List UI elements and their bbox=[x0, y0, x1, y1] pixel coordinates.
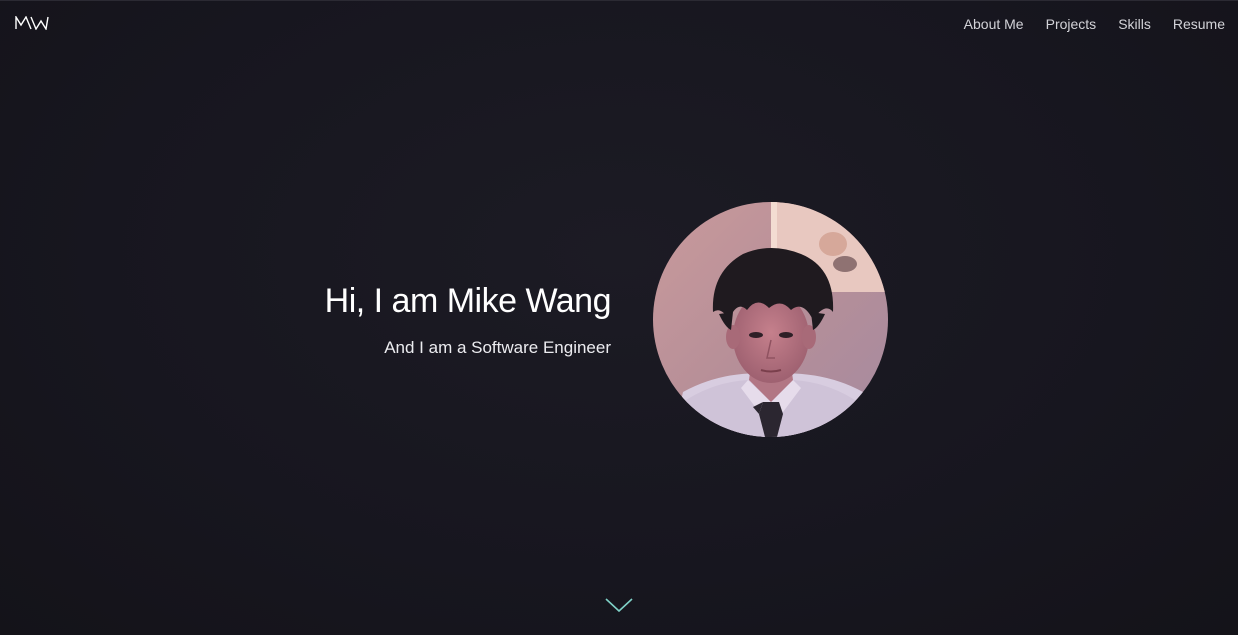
nav-item-resume[interactable]: Resume bbox=[1173, 15, 1225, 33]
main-nav: About Me Projects Skills Resume bbox=[942, 15, 1225, 33]
nav-item-projects[interactable]: Projects bbox=[1046, 15, 1097, 33]
nav-item-about-me[interactable]: About Me bbox=[964, 15, 1024, 33]
chevron-down-icon[interactable] bbox=[604, 597, 634, 613]
hero-text: Hi, I am Mike Wang And I am a Software E… bbox=[324, 282, 612, 358]
top-border bbox=[0, 0, 1238, 1]
hero-title: Hi, I am Mike Wang bbox=[324, 282, 612, 320]
logo-icon[interactable] bbox=[15, 14, 49, 31]
nav-item-skills[interactable]: Skills bbox=[1118, 15, 1151, 33]
profile-photo bbox=[653, 202, 888, 437]
page: About Me Projects Skills Resume Hi, I am… bbox=[0, 0, 1238, 635]
hero-subtitle: And I am a Software Engineer bbox=[384, 338, 611, 357]
